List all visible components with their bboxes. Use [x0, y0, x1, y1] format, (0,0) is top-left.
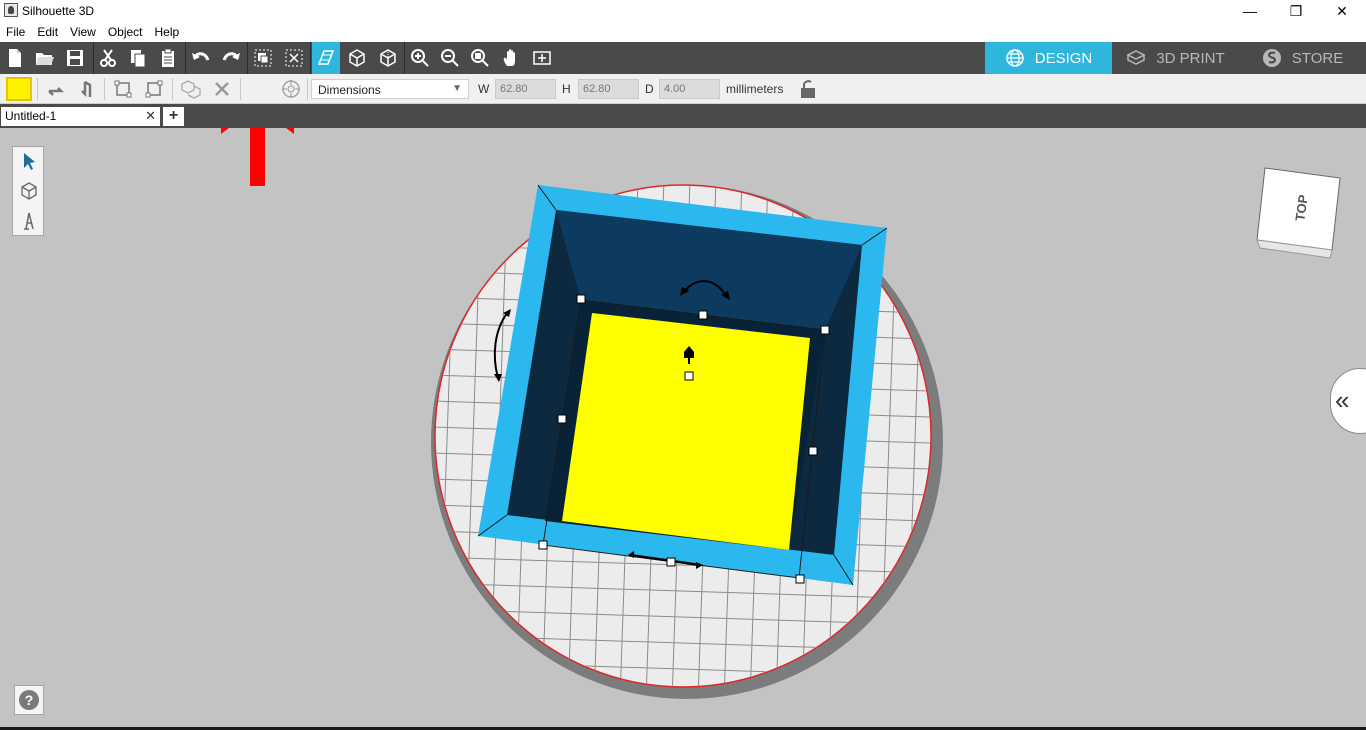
- tab-design[interactable]: DESIGN: [985, 42, 1112, 74]
- tab-design-label: DESIGN: [1034, 49, 1093, 67]
- store-icon: [1262, 49, 1281, 67]
- close-window-button[interactable]: ✕: [1319, 0, 1365, 22]
- height-label: H: [562, 82, 571, 96]
- minimize-button[interactable]: —: [1227, 0, 1273, 22]
- menu-file[interactable]: File: [0, 25, 31, 39]
- help-glyph: ?: [25, 692, 34, 708]
- dimensions-dropdown[interactable]: Dimensions ▼: [311, 79, 469, 99]
- mode-tabs: DESIGN 3D PRINT STORE: [985, 42, 1366, 74]
- document-tab-bar: Untitled-1 ✕ +: [0, 104, 1366, 128]
- chevron-down-icon: ▼: [452, 83, 462, 94]
- width-field[interactable]: 62.80: [495, 79, 556, 99]
- left-tool-palette: [12, 146, 44, 236]
- cut-icon[interactable]: [95, 45, 121, 71]
- tab-store-label: STORE: [1291, 49, 1344, 67]
- fill-color-swatch[interactable]: [6, 77, 32, 101]
- tab-store[interactable]: STORE: [1239, 42, 1366, 74]
- menu-view[interactable]: View: [64, 25, 102, 39]
- menu-edit[interactable]: Edit: [31, 25, 64, 39]
- app-logo-icon: [4, 3, 18, 17]
- perspective-view-icon[interactable]: [312, 42, 340, 74]
- align-to-grid-icon[interactable]: [110, 77, 136, 101]
- copy-icon[interactable]: [125, 45, 151, 71]
- depth-label: D: [645, 82, 654, 96]
- undo-icon[interactable]: [188, 45, 214, 71]
- delete-icon[interactable]: [209, 77, 235, 101]
- help-icon: ?: [19, 690, 39, 710]
- pan-hand-icon[interactable]: [498, 45, 524, 71]
- fit-to-page-icon[interactable]: [529, 45, 555, 71]
- document-tab[interactable]: Untitled-1 ✕: [1, 107, 160, 126]
- save-icon[interactable]: [62, 45, 88, 71]
- design-scene[interactable]: TOP: [0, 128, 1366, 730]
- red-annotation-arrow: [221, 128, 294, 186]
- menu-help[interactable]: Help: [149, 25, 186, 39]
- window-title: Silhouette 3D: [22, 4, 95, 18]
- tab-3d-print-label: 3D PRINT: [1156, 49, 1225, 67]
- box-floor: [562, 313, 810, 550]
- properties-toolbar: Dimensions ▼ W 62.80 H 62.80 D 4.00 mill…: [0, 74, 1366, 104]
- document-tab-title: Untitled-1: [5, 109, 57, 123]
- close-tab-icon[interactable]: ✕: [145, 108, 156, 124]
- width-label: W: [478, 82, 490, 96]
- dimensions-dropdown-value: Dimensions: [318, 83, 381, 97]
- main-toolbar: DESIGN 3D PRINT STORE: [0, 42, 1366, 74]
- ungroup-icon[interactable]: [281, 45, 307, 71]
- zoom-out-icon[interactable]: [437, 45, 463, 71]
- menu-object[interactable]: Object: [102, 25, 149, 39]
- flip-vertical-icon[interactable]: [74, 77, 100, 101]
- lock-ratio-icon[interactable]: [798, 79, 818, 99]
- text-tool-icon[interactable]: [16, 208, 42, 234]
- cube-outline-view-icon[interactable]: [375, 45, 401, 71]
- group-icon[interactable]: [250, 45, 276, 71]
- open-folder-icon[interactable]: [32, 45, 58, 71]
- duplicate-object-icon[interactable]: [178, 77, 204, 101]
- view-cube[interactable]: TOP: [1256, 167, 1341, 259]
- new-file-icon[interactable]: [2, 45, 28, 71]
- restore-button[interactable]: ❐: [1273, 0, 1319, 22]
- depth-field[interactable]: 4.00: [659, 79, 720, 99]
- height-field[interactable]: 62.80: [578, 79, 639, 99]
- globe-icon: [1005, 49, 1024, 67]
- add-tab-button[interactable]: +: [163, 107, 184, 126]
- select-tool-icon[interactable]: [16, 148, 42, 174]
- units-label: millimeters: [726, 82, 784, 96]
- paste-icon[interactable]: [155, 45, 181, 71]
- title-bar: Silhouette 3D — ❐ ✕: [0, 0, 1366, 22]
- 3d-shape-tool-icon[interactable]: [16, 178, 42, 204]
- tab-3d-print[interactable]: 3D PRINT: [1112, 42, 1239, 74]
- redo-icon[interactable]: [218, 45, 244, 71]
- zoom-in-icon[interactable]: [407, 45, 433, 71]
- flip-horizontal-icon[interactable]: [43, 77, 69, 101]
- print-box-icon: [1126, 50, 1147, 65]
- double-chevron-left-icon: «: [1335, 385, 1350, 415]
- help-button[interactable]: ?: [14, 685, 44, 715]
- scale-selection-icon[interactable]: [141, 77, 167, 101]
- center-target-icon[interactable]: [278, 77, 304, 101]
- cube-view-icon[interactable]: [344, 45, 370, 71]
- menu-bar: File Edit View Object Help: [0, 22, 1366, 42]
- zoom-fit-icon[interactable]: [467, 45, 493, 71]
